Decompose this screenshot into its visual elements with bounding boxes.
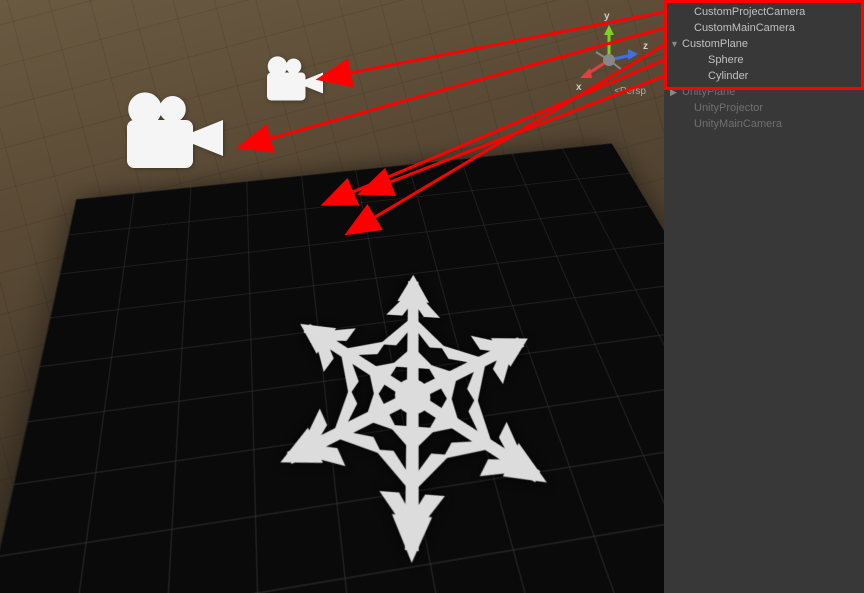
hierarchy-item-label: Cylinder [708,70,748,82]
hierarchy-item-label: CustomProjectCamera [694,6,805,18]
scene-camera-icon[interactable] [115,90,235,180]
hierarchy-item[interactable]: ▼CustomPlane [664,36,864,52]
hierarchy-item[interactable]: UnityProjector [664,100,864,116]
hierarchy-item-label: UnityPlane [682,86,735,98]
gizmo-persp-label: ≤Persp [614,86,646,97]
scene-viewport[interactable]: y x z ≤Persp [0,0,664,593]
hierarchy-panel[interactable]: CustomProjectCamera CustomMainCamera ▼Cust… [664,0,864,593]
expand-arrow-icon[interactable]: ▶ [670,87,682,98]
hierarchy-item[interactable]: ▶UnityPlane [664,84,864,100]
hierarchy-item-label: CustomMainCamera [694,22,795,34]
orientation-gizmo[interactable]: y x z ≤Persp [574,15,644,95]
hierarchy-item[interactable]: UnityMainCamera [664,116,864,132]
hierarchy-item-label: Sphere [708,54,743,66]
expand-arrow-icon[interactable]: ▼ [670,39,682,49]
hierarchy-item-label: CustomPlane [682,38,748,50]
hierarchy-item-label: UnityProjector [694,102,763,114]
hierarchy-item[interactable]: Sphere [664,52,864,68]
gizmo-y-label: y [604,11,610,22]
gizmo-x-label: x [576,82,582,93]
gizmo-z-label: z [643,41,648,52]
hierarchy-item[interactable]: Cylinder [664,68,864,84]
projected-snowflake-texture [237,263,590,586]
hierarchy-list: CustomProjectCamera CustomMainCamera ▼Cust… [664,4,864,132]
hierarchy-item[interactable]: CustomMainCamera [664,20,864,36]
hierarchy-item[interactable]: CustomProjectCamera [664,4,864,20]
hierarchy-item-label: UnityMainCamera [694,118,782,130]
scene-camera-icon[interactable] [260,55,330,110]
custom-plane[interactable] [0,143,664,593]
